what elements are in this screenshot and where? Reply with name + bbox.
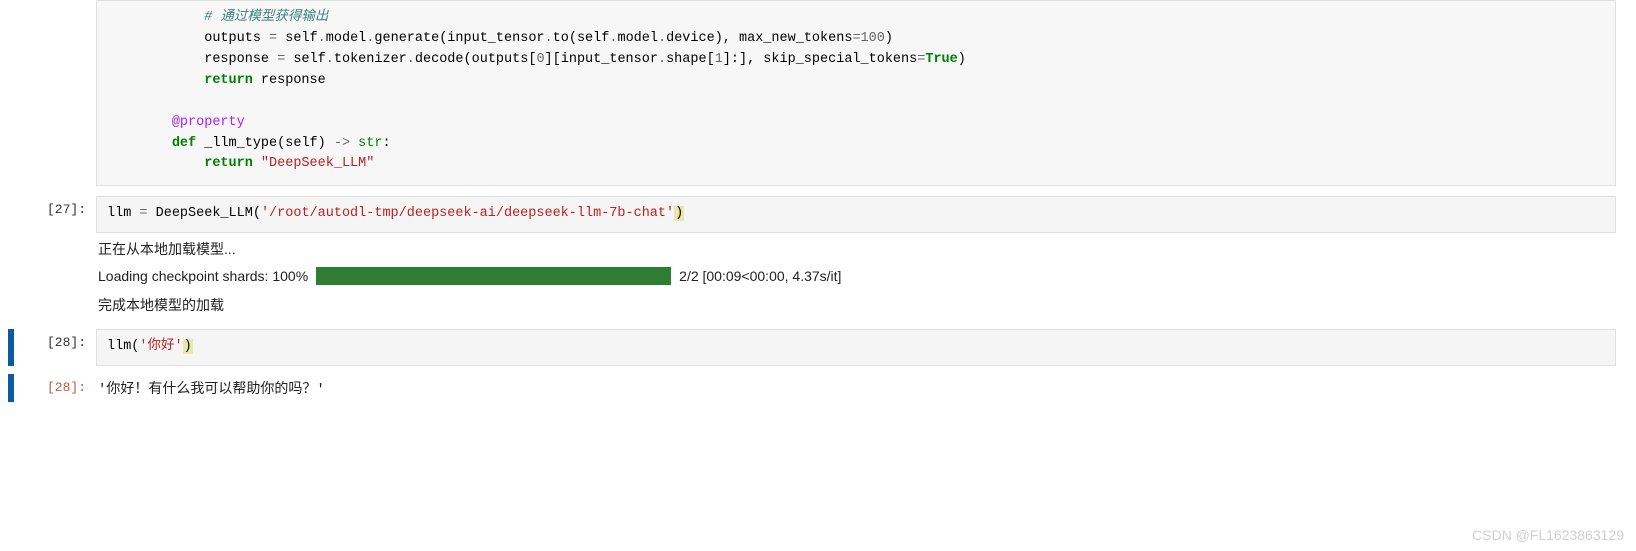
progress-bar-fill	[316, 267, 671, 285]
code-content: # 通过模型获得输出 outputs = self.model.generate…	[96, 0, 1636, 186]
watermark: CSDN @FL1623863129	[1472, 527, 1624, 543]
output-result-28: '你好！有什么我可以帮助你的吗？'	[96, 374, 1616, 402]
code-cell-28: [28]: llm('你好')	[8, 329, 1636, 366]
output-prompt-28: [28]:	[38, 374, 96, 402]
progress-bar	[316, 267, 671, 285]
code-editor-28[interactable]: llm('你好')	[96, 329, 1616, 366]
input-prompt-28: [28]:	[38, 329, 96, 366]
progress-info: 2/2 [00:09<00:00, 4.37s/it]	[679, 268, 841, 284]
output-line-1: 正在从本地加载模型...	[96, 235, 1616, 265]
progress-label: Loading checkpoint shards: 100%	[98, 268, 308, 284]
output-cell-27: 正在从本地加载模型... Loading checkpoint shards: …	[8, 235, 1636, 321]
output-prompt-empty	[14, 235, 96, 321]
output-line-2: 完成本地模型的加载	[96, 291, 1616, 321]
notebook-container: # 通过模型获得输出 outputs = self.model.generate…	[0, 0, 1636, 402]
code-editor-27[interactable]: llm = DeepSeek_LLM('/root/autodl-tmp/dee…	[96, 196, 1616, 233]
output-cell-28: [28]: '你好！有什么我可以帮助你的吗？'	[8, 374, 1636, 402]
input-prompt-27: [27]:	[14, 196, 96, 233]
progress-row: Loading checkpoint shards: 100% 2/2 [00:…	[96, 265, 1616, 291]
prompt-empty	[14, 0, 96, 186]
code-cell-27: [27]: llm = DeepSeek_LLM('/root/autodl-t…	[8, 196, 1636, 233]
code-cell-top: # 通过模型获得输出 outputs = self.model.generate…	[8, 0, 1636, 186]
code-editor[interactable]: # 通过模型获得输出 outputs = self.model.generate…	[96, 0, 1616, 186]
